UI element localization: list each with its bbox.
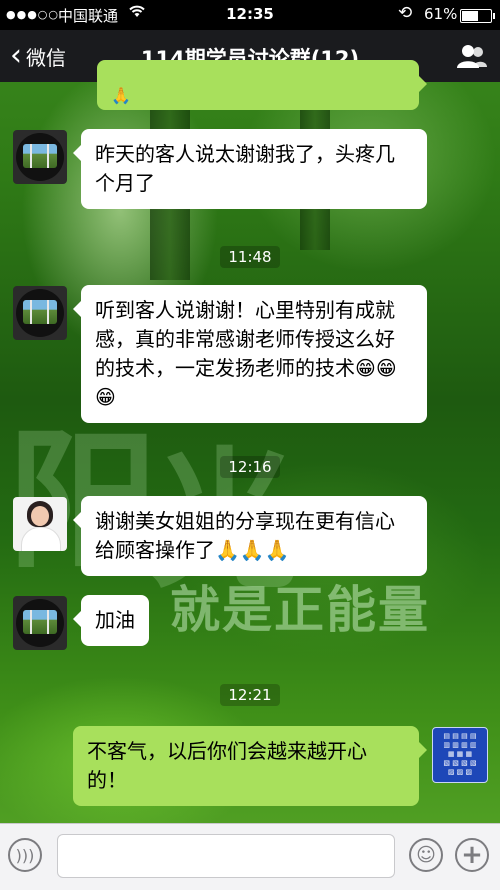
voice-icon: ))) <box>15 845 35 865</box>
battery-icon <box>460 9 495 23</box>
rotation-lock-icon: ⟲ <box>398 3 413 23</box>
status-bar: ●●●○○ 中国联通 12:35 ⟲ 61% <box>0 0 500 30</box>
message-bubble[interactable]: 听到客人说谢谢！心里特别有成就感，真的非常感谢老师传授这么好的技术，一定发扬老师… <box>73 285 427 423</box>
own-message-bubble[interactable]: 不客气，以后你们会越来越开心的！ <box>73 726 427 806</box>
battery-percent: 61% <box>424 5 458 23</box>
message-input[interactable] <box>57 834 395 878</box>
message-timestamp: 12:21 <box>0 684 500 706</box>
message-bubble[interactable]: 昨天的客人说太谢谢我了，头疼几个月了 <box>73 129 427 209</box>
woman-avatar[interactable] <box>13 497 67 551</box>
group-members-button[interactable] <box>456 43 488 69</box>
battery-level-fill <box>462 11 478 21</box>
message-bubble[interactable]: 谢谢美女姐姐的分享现在更有信心给顾客操作了🙏🙏🙏 <box>73 496 427 576</box>
voice-button[interactable]: ))) <box>8 838 42 872</box>
poster-avatar[interactable]: ▤ ▤ ▤ ▤ ▥ ▥ ▥ ▥ ▦ ▦ ▦ ▧ ▧ ▧ ▧ ▨ ▨ ▨ <box>432 727 488 783</box>
message-bubble[interactable]: 加油 <box>73 595 149 646</box>
message-timestamp: 11:48 <box>0 246 500 268</box>
background-slogan: 就是正能量 <box>170 581 430 639</box>
plus-icon: + <box>461 840 483 870</box>
more-button[interactable]: + <box>455 838 489 872</box>
emoji-icon: ☺ <box>416 844 436 866</box>
nature-avatar[interactable] <box>13 596 67 650</box>
emoji-button[interactable]: ☺ <box>409 838 443 872</box>
partial-bubble-emoji: 🙏 <box>111 86 131 105</box>
input-toolbar: ))) ☺ + <box>0 823 500 890</box>
message-timestamp: 12:16 <box>0 456 500 478</box>
nature-avatar[interactable] <box>13 286 67 340</box>
group-icon <box>457 45 487 68</box>
nature-avatar[interactable] <box>13 130 67 184</box>
partial-message-bubble[interactable]: 🙏 <box>97 60 427 110</box>
